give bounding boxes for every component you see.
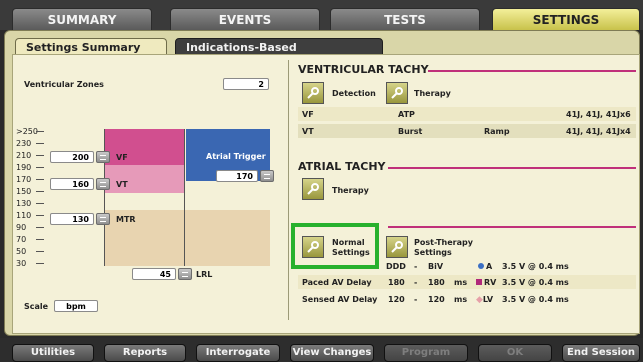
y-tick: 30 — [16, 259, 44, 268]
post-therapy-label-2: Settings — [414, 248, 452, 257]
sensed-av-to: 120 — [428, 295, 445, 304]
vent-therapy-label: Therapy — [414, 89, 451, 98]
vf-rate-stepper[interactable] — [96, 151, 110, 163]
vt-row-zone: VT — [302, 127, 314, 136]
brady-mode-dash: - — [414, 262, 418, 271]
detection-button[interactable] — [302, 82, 324, 104]
post-therapy-label-1: Post-Therapy — [414, 238, 473, 247]
tab-settings[interactable]: SETTINGS — [492, 8, 640, 30]
vt-row-shocks: 41J, 41J, 41Jx4 — [566, 127, 631, 136]
detection-label: Detection — [332, 89, 376, 98]
lead-a-dot — [478, 263, 484, 269]
vf-label: VF — [116, 153, 128, 162]
program-button[interactable]: Program — [384, 344, 468, 362]
paced-av-unit: ms — [454, 278, 468, 287]
lrl-stepper[interactable] — [178, 268, 192, 280]
brady-line — [388, 226, 636, 228]
settings-content — [12, 54, 640, 334]
scale-select[interactable]: bpm — [54, 300, 98, 312]
atrial-tachy-line — [388, 167, 636, 169]
view-changes-button[interactable]: View Changes — [290, 344, 374, 362]
normal-settings-highlight — [291, 223, 379, 269]
mtr-stepper[interactable] — [96, 213, 110, 225]
vf-row-therapy: ATP — [398, 110, 415, 119]
y-tick: 230 — [16, 139, 44, 148]
atrial-therapy-button[interactable] — [302, 178, 324, 200]
mtr-label: MTR — [116, 215, 136, 224]
lead-lv-marker: ◆ — [476, 295, 483, 305]
top-tab-bar: SUMMARY EVENTS TESTS SETTINGS — [0, 0, 643, 30]
paced-av-label: Paced AV Delay — [302, 278, 372, 287]
zone-axis — [104, 129, 105, 266]
y-tick: 70 — [16, 235, 44, 244]
wrench-icon — [307, 183, 319, 195]
lrl-label: LRL — [196, 270, 213, 279]
paced-av-dash: - — [414, 278, 418, 287]
atrial-tachy-title: ATRIAL TACHY — [298, 160, 386, 173]
lead-rv: RV — [476, 278, 496, 287]
vf-row-shocks: 41J, 41J, 41Jx6 — [566, 110, 631, 119]
atrial-trigger-label: Atrial Trigger — [206, 152, 266, 161]
post-therapy-button[interactable] — [386, 236, 408, 258]
atrial-trigger-stepper[interactable] — [260, 170, 274, 182]
vf-rate-value[interactable]: 200 — [50, 151, 94, 163]
y-tick: 90 — [16, 223, 44, 232]
paced-av-to: 180 — [428, 278, 445, 287]
y-tick: >250 — [16, 127, 44, 136]
tab-tests[interactable]: TESTS — [330, 8, 480, 30]
sensed-av-dash: - — [414, 295, 418, 304]
y-tick: 110 — [16, 211, 44, 220]
tab-summary[interactable]: SUMMARY — [12, 8, 152, 30]
y-tick: 150 — [16, 187, 44, 196]
vt-rate-value[interactable]: 160 — [50, 178, 94, 190]
vent-tachy-line — [428, 70, 636, 72]
ventricular-zones-value[interactable]: 2 — [223, 78, 269, 90]
atrial-trigger-value[interactable]: 170 — [216, 170, 258, 182]
wrench-icon — [391, 241, 403, 253]
vt-row-therapy2: Ramp — [484, 127, 510, 136]
wrench-icon — [391, 87, 403, 99]
vent-therapy-button[interactable] — [386, 82, 408, 104]
scale-label: Scale — [24, 302, 49, 311]
sensed-av-label: Sensed AV Delay — [302, 295, 378, 304]
brady-mode-value: BiV — [428, 262, 444, 271]
tab-events[interactable]: EVENTS — [170, 8, 320, 30]
ok-button[interactable]: OK — [478, 344, 552, 362]
end-session-button[interactable]: End Session — [562, 344, 640, 362]
lead-a-value: 3.5 V @ 0.4 ms — [502, 262, 569, 271]
reports-button[interactable]: Reports — [104, 344, 186, 362]
y-tick: 50 — [16, 247, 44, 256]
zone-divider — [184, 129, 185, 266]
lrl-value[interactable]: 45 — [132, 268, 176, 280]
atrial-therapy-label: Therapy — [332, 186, 369, 195]
bottom-action-bar: Utilities Reports Interrogate View Chang… — [0, 338, 643, 362]
y-tick: 210 — [16, 151, 44, 160]
vt-row-therapy: Burst — [398, 127, 423, 136]
lead-rv-value: 3.5 V @ 0.4 ms — [502, 278, 569, 287]
ventricular-zones-label: Ventricular Zones — [24, 80, 104, 89]
y-tick: 170 — [16, 175, 44, 184]
panel-divider — [288, 60, 289, 320]
lead-a: A — [478, 262, 492, 271]
lead-lv: ◆LV — [476, 295, 494, 305]
utilities-button[interactable]: Utilities — [12, 344, 94, 362]
vt-rate-stepper[interactable] — [96, 178, 110, 190]
sensed-av-from: 120 — [388, 295, 405, 304]
mtr-value[interactable]: 130 — [50, 213, 94, 225]
vf-row-zone: VF — [302, 110, 314, 119]
interrogate-button[interactable]: Interrogate — [196, 344, 280, 362]
vent-tachy-title: VENTRICULAR TACHY — [298, 63, 429, 76]
lead-rv-marker — [476, 279, 482, 285]
sensed-av-unit: ms — [454, 295, 468, 304]
brady-mode: DDD — [386, 262, 406, 271]
y-tick: 190 — [16, 163, 44, 172]
wrench-icon — [307, 87, 319, 99]
lead-lv-value: 3.5 V @ 0.4 ms — [502, 295, 569, 304]
y-tick: 130 — [16, 199, 44, 208]
vt-label: VT — [116, 180, 128, 189]
paced-av-from: 180 — [388, 278, 405, 287]
